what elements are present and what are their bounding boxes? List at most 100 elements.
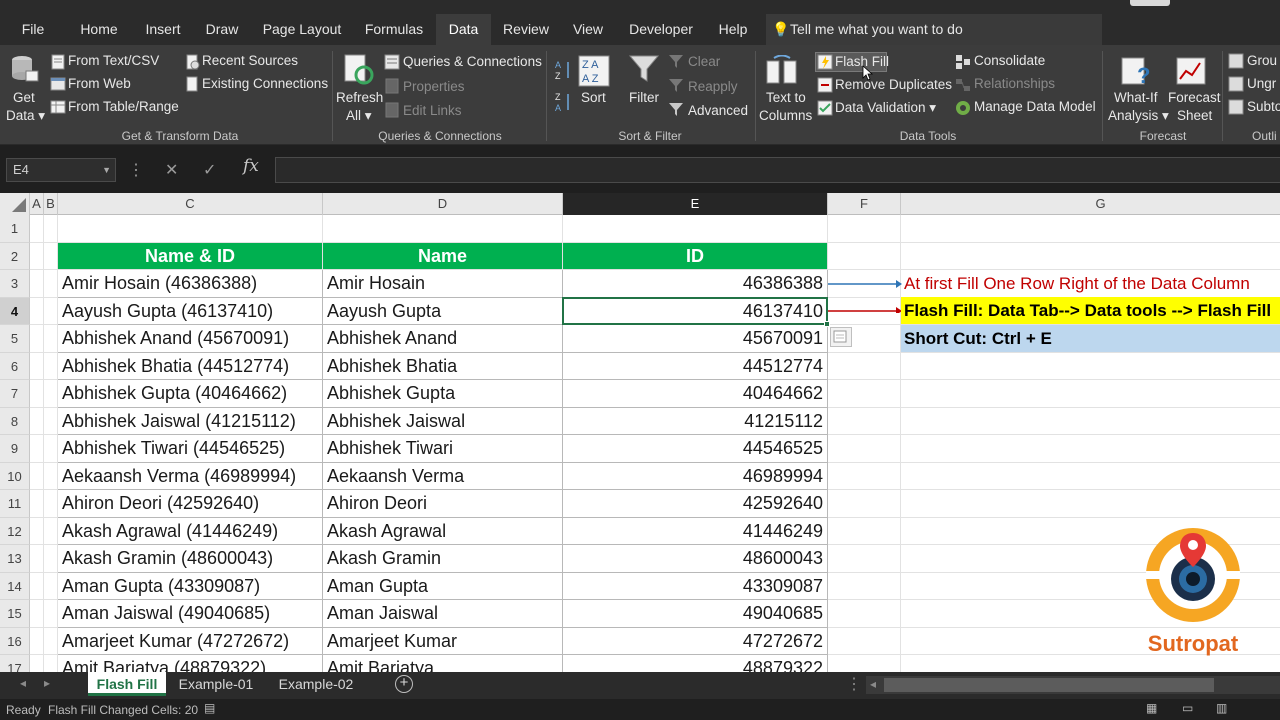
- relationships-button[interactable]: Relationships: [974, 76, 1055, 91]
- more-options-icon[interactable]: ⋮: [846, 674, 862, 694]
- select-all-button[interactable]: [0, 193, 30, 215]
- table-cell[interactable]: Akash Gramin: [323, 545, 563, 573]
- group-button[interactable]: Grou: [1247, 53, 1277, 68]
- filter-button[interactable]: Filter: [629, 90, 659, 105]
- table-header-cell[interactable]: Name: [323, 242, 563, 270]
- sheet-tab-example-02[interactable]: Example-02: [270, 672, 362, 696]
- table-header-cell[interactable]: Name & ID: [58, 242, 323, 270]
- manage-data-model-button[interactable]: Manage Data Model: [974, 99, 1096, 114]
- table-cell[interactable]: Aekaansh Verma (46989994): [58, 462, 323, 490]
- table-cell[interactable]: Amir Hosain: [323, 270, 563, 298]
- tab-draw[interactable]: Draw: [198, 14, 246, 45]
- table-cell[interactable]: Aman Jaiswal: [323, 600, 563, 628]
- advanced-button[interactable]: Advanced: [688, 103, 748, 118]
- row-header[interactable]: 2: [0, 242, 30, 270]
- table-cell[interactable]: Abhishek Jaiswal (41215112): [58, 407, 323, 435]
- recent-sources-button[interactable]: Recent Sources: [202, 53, 298, 68]
- enter-icon[interactable]: ✓: [203, 160, 216, 180]
- row-header[interactable]: 1: [0, 215, 30, 243]
- tab-insert[interactable]: Insert: [138, 14, 188, 45]
- properties-button[interactable]: Properties: [403, 79, 465, 94]
- table-cell[interactable]: 46989994: [563, 462, 828, 490]
- add-sheet-button[interactable]: +: [395, 675, 413, 693]
- table-cell[interactable]: 40464662: [563, 380, 828, 408]
- more-options-icon[interactable]: ⋮: [128, 160, 144, 180]
- row-header[interactable]: 4: [0, 297, 30, 325]
- horizontal-scrollbar[interactable]: ◂: [866, 676, 1280, 694]
- text-to-columns-line1[interactable]: Text to: [766, 90, 806, 105]
- row-header[interactable]: 12: [0, 517, 30, 545]
- table-cell[interactable]: Abhishek Gupta (40464662): [58, 380, 323, 408]
- scroll-right-icon[interactable]: ▸: [44, 676, 50, 690]
- table-cell[interactable]: Ahiron Deori: [323, 490, 563, 518]
- table-cell[interactable]: Abhishek Tiwari (44546525): [58, 435, 323, 463]
- worksheet-grid[interactable]: A B C D E F G 1 2 3 4 5 6 7 8 9 10 11 12 13 14 15 16 17 …: [0, 193, 1280, 672]
- clear-button[interactable]: Clear: [688, 54, 720, 69]
- get-data-line1[interactable]: Get: [13, 90, 35, 105]
- table-cell[interactable]: Abhishek Anand (45670091): [58, 325, 323, 353]
- what-if-line1[interactable]: What-If: [1114, 90, 1158, 105]
- sheet-tab-example-01[interactable]: Example-01: [170, 672, 262, 696]
- table-cell[interactable]: Aayush Gupta: [323, 297, 563, 325]
- what-if-line2[interactable]: Analysis ▾: [1108, 108, 1169, 124]
- table-cell[interactable]: 42592640: [563, 490, 828, 518]
- flash-fill-options-button[interactable]: [830, 327, 852, 347]
- table-cell[interactable]: Aman Gupta (43309087): [58, 572, 323, 600]
- table-cell[interactable]: 48879322: [563, 655, 828, 672]
- formula-input[interactable]: [275, 157, 1280, 183]
- tell-me-search[interactable]: 💡 Tell me what you want to do: [766, 14, 1102, 45]
- chevron-down-icon[interactable]: ▼: [102, 159, 111, 181]
- tab-page-layout[interactable]: Page Layout: [258, 14, 346, 45]
- table-cell[interactable]: 48600043: [563, 545, 828, 573]
- row-header[interactable]: 3: [0, 270, 30, 298]
- insert-function-icon[interactable]: fx: [243, 156, 259, 176]
- existing-connections-button[interactable]: Existing Connections: [202, 76, 328, 91]
- sort-button[interactable]: Sort: [581, 90, 606, 105]
- row-header[interactable]: 10: [0, 462, 30, 490]
- col-header-c[interactable]: C: [58, 193, 323, 215]
- get-data-line2[interactable]: Data ▾: [6, 108, 45, 124]
- table-cell[interactable]: Aekaansh Verma: [323, 462, 563, 490]
- table-cell[interactable]: Akash Agrawal (41446249): [58, 517, 323, 545]
- row-header[interactable]: 16: [0, 627, 30, 655]
- tab-file[interactable]: File: [12, 14, 54, 45]
- tab-home[interactable]: Home: [72, 14, 126, 45]
- forecast-sheet-line1[interactable]: Forecast: [1168, 90, 1221, 105]
- col-header-a[interactable]: A: [30, 193, 44, 215]
- col-header-d[interactable]: D: [323, 193, 563, 215]
- table-cell[interactable]: 49040685: [563, 600, 828, 628]
- table-cell[interactable]: Amit Bariatya: [323, 655, 563, 672]
- tab-help[interactable]: Help: [712, 14, 754, 45]
- row-header[interactable]: 7: [0, 380, 30, 408]
- table-cell[interactable]: 47272672: [563, 627, 828, 655]
- table-cell[interactable]: Akash Gramin (48600043): [58, 545, 323, 573]
- scroll-left-icon[interactable]: ◂: [20, 676, 26, 690]
- remove-duplicates-button[interactable]: Remove Duplicates: [835, 77, 952, 92]
- row-header[interactable]: 8: [0, 407, 30, 435]
- table-cell[interactable]: Akash Agrawal: [323, 517, 563, 545]
- from-text-csv-button[interactable]: From Text/CSV: [68, 53, 159, 68]
- macro-record-icon[interactable]: ▤: [204, 701, 215, 715]
- edit-links-button[interactable]: Edit Links: [403, 103, 462, 118]
- row-header[interactable]: 13: [0, 545, 30, 573]
- text-to-columns-line2[interactable]: Columns: [759, 108, 812, 123]
- scrollbar-thumb[interactable]: [884, 678, 1214, 692]
- table-cell[interactable]: Aman Gupta: [323, 572, 563, 600]
- queries-connections-button[interactable]: Queries & Connections: [403, 54, 542, 69]
- reapply-button[interactable]: Reapply: [688, 79, 738, 94]
- page-layout-view-icon[interactable]: ▭: [1182, 701, 1193, 715]
- col-header-g[interactable]: G: [901, 193, 1280, 215]
- row-header[interactable]: 15: [0, 600, 30, 628]
- table-cell[interactable]: Abhishek Gupta: [323, 380, 563, 408]
- tab-review[interactable]: Review: [498, 14, 554, 45]
- table-cell[interactable]: Aayush Gupta (46137410): [58, 297, 323, 325]
- refresh-all-line2[interactable]: All ▾: [346, 108, 372, 124]
- table-cell[interactable]: 44512774: [563, 352, 828, 380]
- row-header[interactable]: 11: [0, 490, 30, 518]
- page-break-view-icon[interactable]: ▥: [1216, 701, 1227, 715]
- ungroup-button[interactable]: Ungr: [1247, 76, 1276, 91]
- row-header[interactable]: 17: [0, 655, 30, 672]
- row-header[interactable]: 9: [0, 435, 30, 463]
- table-cell[interactable]: 43309087: [563, 572, 828, 600]
- table-cell[interactable]: 41215112: [563, 407, 828, 435]
